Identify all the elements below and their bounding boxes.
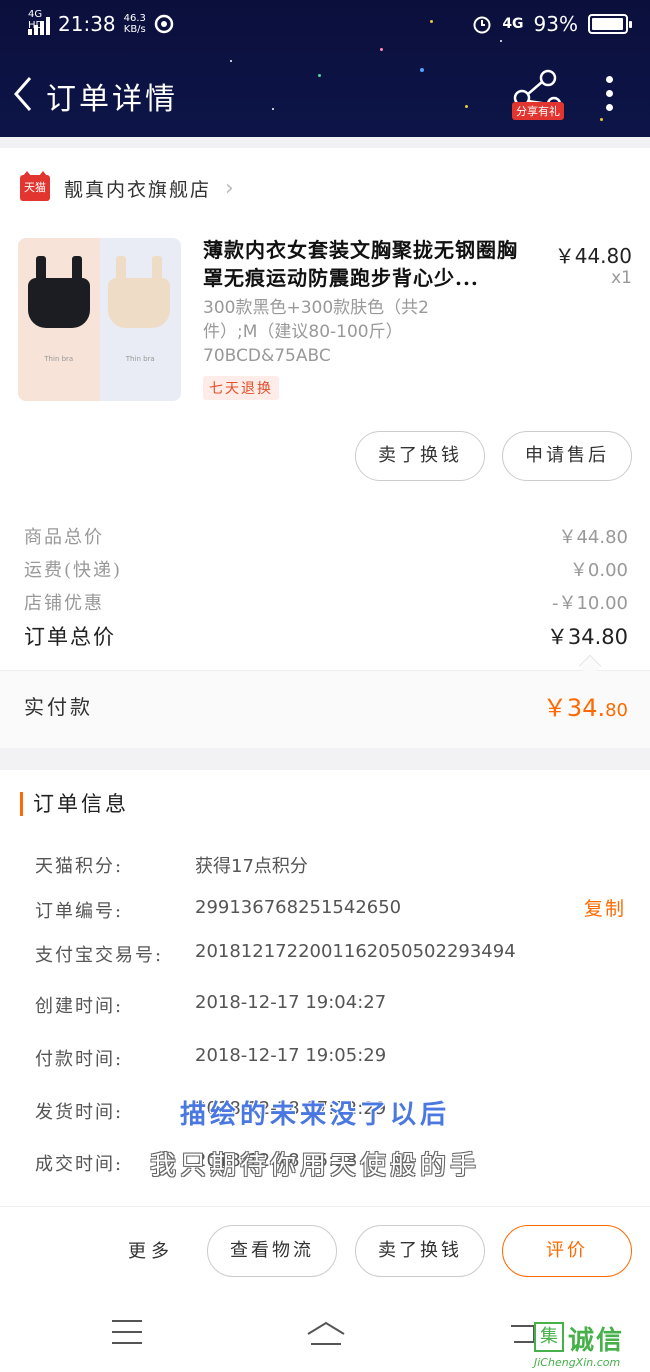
share-gift-badge[interactable]: 分享有礼	[512, 102, 564, 120]
page-title: 订单详情	[46, 82, 178, 117]
after-sale-button[interactable]: 申请售后	[502, 431, 632, 481]
chevron-right-icon: ›	[225, 175, 234, 201]
battery-icon	[588, 14, 632, 34]
signal-icon: 4G HD	[28, 9, 50, 35]
info-row-order-number: 订单编号: 299136768251542650	[35, 897, 402, 922]
app-notification-icon	[154, 14, 174, 34]
paid-amount: ￥34.80	[542, 694, 628, 722]
discount-row: 店铺优惠 -￥10.00	[24, 593, 628, 614]
nav-bar: 订单详情 分享有礼	[0, 60, 650, 130]
shop-link[interactable]: 天猫 靓真内衣旗舰店 ›	[20, 171, 234, 203]
sell-button[interactable]: 卖了换钱	[355, 431, 485, 481]
product-sku: 300款黑色+300款肤色（共2件）;M（建议80-100斤）70BCD&75A…	[203, 298, 429, 366]
battery-percent: 93%	[533, 12, 578, 36]
sell-button-bottom[interactable]: 卖了换钱	[355, 1225, 485, 1277]
product-title[interactable]: 薄款内衣女套装文胸聚拢无钢圈胸罩无痕运动防震跑步背心少...	[203, 236, 538, 292]
shop-name: 靓真内衣旗舰店	[64, 178, 212, 201]
watermark-logo-icon: 集	[534, 1322, 564, 1352]
order-total-row: 订单总价 ￥34.80	[24, 625, 628, 649]
menu-icon[interactable]	[112, 1320, 142, 1353]
info-row-paid: 付款时间: 2018-12-17 19:05:29	[35, 1045, 387, 1070]
product-thumbnail[interactable]: Thin bra Thin bra	[18, 238, 181, 401]
section-title: 订单信息	[20, 792, 129, 816]
product-price: ￥44.80	[554, 244, 632, 268]
product-quantity: x1	[611, 268, 632, 288]
subtitle-line-2: 我只期待你用天使般的手	[150, 1151, 481, 1181]
order-info-card: 订单信息 天猫积分: 获得17点积分 订单编号: 29913676825154265…	[0, 770, 650, 1206]
paid-label: 实付款	[24, 695, 93, 719]
alarm-icon	[473, 16, 491, 34]
home-icon[interactable]	[305, 1320, 347, 1348]
shipping-row: 运费(快递) ￥0.00	[24, 560, 628, 581]
watermark: 集 诚信 JiChengXin.com	[534, 1318, 650, 1372]
more-options-icon[interactable]	[606, 76, 614, 112]
rate-button[interactable]: 评价	[502, 1225, 632, 1277]
more-button[interactable]: 更多	[128, 1237, 174, 1263]
net-speed: 46.3 KB/s	[123, 13, 146, 35]
header: 4G HD 21:38 46.3 KB/s 4G 93% 订单详情 分享有礼	[0, 0, 650, 137]
clock: 21:38	[58, 12, 116, 36]
network-type: 4G	[502, 16, 524, 32]
info-row-points: 天猫积分: 获得17点积分	[35, 856, 308, 877]
subtitle-line-1: 描绘的未来没了以后	[180, 1100, 451, 1130]
back-arrow-icon[interactable]	[10, 74, 40, 114]
copy-button[interactable]: 复制	[584, 894, 626, 921]
view-logistics-button[interactable]: 查看物流	[207, 1225, 337, 1277]
goods-total-row: 商品总价 ￥44.80	[24, 527, 628, 548]
info-row-created: 创建时间: 2018-12-17 19:04:27	[35, 992, 387, 1017]
bottom-action-bar: 更多 查看物流 卖了换钱 评价	[0, 1206, 650, 1294]
info-row-alipay: 支付宝交易号: 2018121722001162050502293494	[35, 941, 516, 966]
tmall-logo-icon: 天猫	[20, 171, 50, 201]
return-policy-tag: 七天退换	[203, 376, 279, 400]
status-bar: 4G HD 21:38 46.3 KB/s 4G 93%	[0, 9, 650, 44]
order-item-card: 天猫 靓真内衣旗舰店 › Thin bra Thin bra 薄款内衣女套装文胸…	[0, 148, 650, 748]
